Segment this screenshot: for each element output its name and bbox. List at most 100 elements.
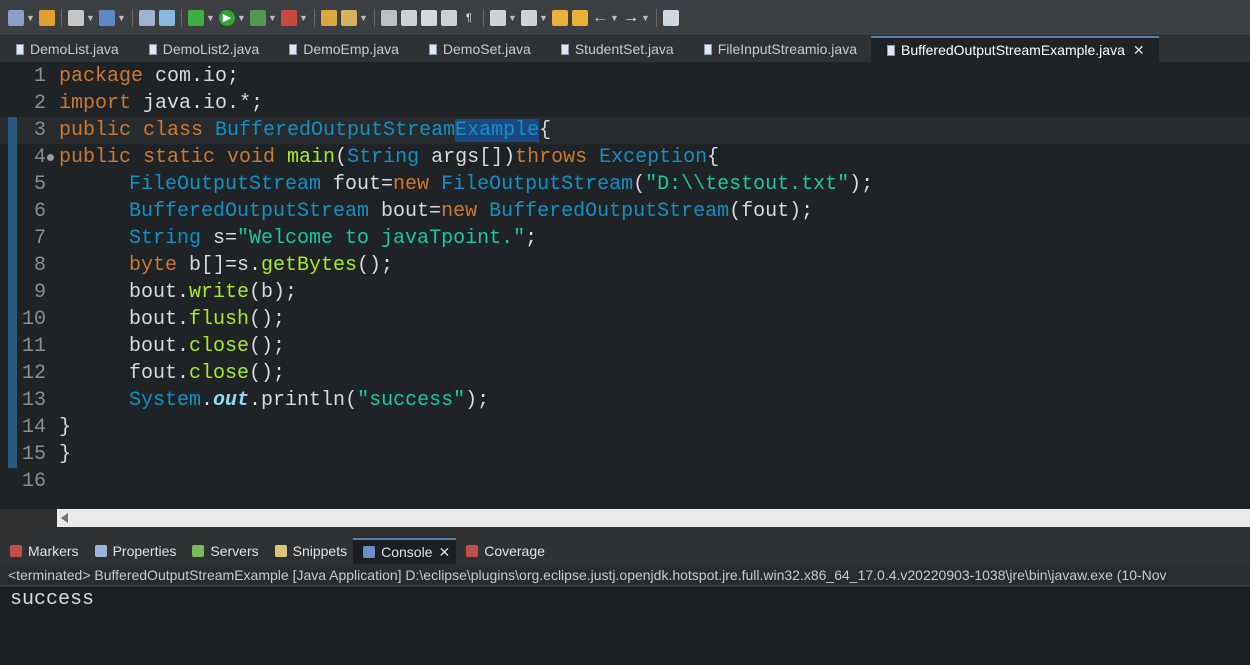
run-icon[interactable]: ▶ [219,9,235,26]
toggle-mark-icon[interactable] [381,9,397,26]
tab-bufferedoutputstreamexample[interactable]: BufferedOutputStreamExample.java ✕ [871,36,1159,62]
code-token: com.io; [143,65,240,88]
stop-icon[interactable] [281,9,297,26]
properties-icon[interactable] [441,9,457,26]
code-token: ; [525,227,538,250]
java-file-icon [289,43,298,55]
code-line-2[interactable]: 2 import java.io.*; [0,90,1250,117]
code-token: "success" [357,389,466,412]
code-token: } [59,416,72,439]
code-line-13[interactable]: 13 System.out.println("success"); [0,387,1250,414]
run-config-icon[interactable] [250,9,266,26]
chevron-down-icon[interactable]: ▼ [299,13,308,23]
code-token: fout= [321,173,394,196]
build-icon[interactable] [99,9,115,26]
code-line-12[interactable]: 12 fout.close(); [0,360,1250,387]
external-tools-icon[interactable] [139,9,155,26]
back-icon[interactable]: ← [592,9,608,26]
console-output-area[interactable]: success [0,587,1250,665]
tab-demoset[interactable]: DemoSet.java [413,36,545,62]
code-line-8[interactable]: 8 byte b[]=s.getBytes(); [0,252,1250,279]
tab-demolist2[interactable]: DemoList2.java [133,36,274,62]
annotation-icon[interactable] [490,9,506,26]
close-icon[interactable]: ✕ [1133,42,1145,59]
line-number: 14 [21,416,46,439]
scroll-left-icon[interactable] [61,513,68,523]
tab-demoemp[interactable]: DemoEmp.java [273,36,413,62]
properties-icon [94,545,107,557]
show-whitespace-icon[interactable]: ¶ [461,10,477,26]
code-token: { [707,146,720,169]
editor-horizontal-scrollbar[interactable] [57,509,1250,527]
java-file-icon [16,43,24,55]
code-line-9[interactable]: 9 bout.write(b); [0,279,1250,306]
tab-snippets[interactable]: Snippets [265,538,353,564]
chevron-down-icon[interactable]: ▼ [206,13,215,23]
tab-demolist[interactable]: DemoList.java [0,36,133,62]
toolbar-separator [314,8,315,27]
save-icon[interactable] [39,9,55,26]
tab-label: StudentSet.java [574,41,674,57]
fold-icon[interactable] [47,154,54,161]
tab-studentset[interactable]: StudentSet.java [545,36,688,62]
open-type-icon[interactable] [321,9,337,26]
coverage-icon [466,545,479,557]
code-line-14[interactable]: 14} [0,414,1250,441]
chevron-down-icon[interactable]: ▼ [86,13,95,23]
code-token: Exception [587,146,708,169]
forward-icon[interactable]: → [623,9,639,26]
code-line-7[interactable]: 7 String s="Welcome to javaTpoint."; [0,225,1250,252]
coverage-run-icon[interactable] [188,9,204,26]
code-line-3[interactable]: 3 public class BufferedOutputStreamExampl… [0,117,1250,144]
block-select-icon[interactable] [401,9,417,26]
chevron-down-icon[interactable]: ▼ [237,13,246,23]
chevron-down-icon[interactable]: ▼ [117,13,126,23]
line-number: 16 [21,470,46,493]
code-token: s= [201,227,238,250]
debug-icon[interactable] [159,9,175,26]
new-file-icon[interactable] [8,9,24,26]
line-number: 15 [21,443,46,466]
tab-console[interactable]: Console ✕ [353,538,457,564]
code-token: public static void [59,146,276,169]
chevron-down-icon[interactable]: ▼ [26,13,35,23]
toolbar-separator [656,8,657,27]
tab-coverage[interactable]: Coverage [456,538,551,564]
code-line-5[interactable]: 5 FileOutputStream fout=new FileOutputStr… [0,171,1250,198]
code-line-11[interactable]: 11 bout.close(); [0,333,1250,360]
markers-icon [10,545,22,557]
line-number: 12 [21,362,46,385]
next-annotation-icon[interactable] [521,9,537,26]
chevron-down-icon[interactable]: ▼ [610,13,619,23]
line-number: 9 [33,281,46,304]
tab-servers[interactable]: Servers [182,538,264,564]
code-token: flush [189,308,250,331]
chevron-down-icon[interactable]: ▼ [359,13,368,23]
prev-edit-icon[interactable] [552,9,568,26]
pin-editor-icon[interactable] [663,9,679,26]
code-line-6[interactable]: 6 BufferedOutputStream bout=new BufferedO… [0,198,1250,225]
code-line-4[interactable]: 4 public static void main(String args[])t… [0,144,1250,171]
tab-fileinputstreamio[interactable]: FileInputStreamio.java [688,36,871,62]
chevron-down-icon[interactable]: ▼ [641,13,650,23]
tab-markers[interactable]: Markers [0,538,85,564]
toolbar-separator [181,8,182,27]
chevron-down-icon[interactable]: ▼ [539,13,548,23]
chevron-down-icon[interactable]: ▼ [268,13,277,23]
word-wrap-icon[interactable] [421,9,437,26]
code-editor[interactable]: 1 package com.io; 2 import java.io.*; 3 pub… [0,62,1250,509]
code-line-16[interactable]: 16 [0,468,1250,495]
close-icon[interactable]: ✕ [438,544,450,561]
java-file-icon [148,43,157,55]
line-number: 7 [33,227,46,250]
search-icon[interactable] [341,9,357,26]
code-line-10[interactable]: 10 bout.flush(); [0,306,1250,333]
print-icon[interactable] [68,9,84,26]
next-edit-icon[interactable] [572,9,588,26]
chevron-down-icon[interactable]: ▼ [508,13,517,23]
code-line-1[interactable]: 1 package com.io; [0,63,1250,90]
code-line-15[interactable]: 15} [0,441,1250,468]
code-token: public class [59,119,204,142]
tab-properties[interactable]: Properties [85,538,183,564]
tab-label: BufferedOutputStreamExample.java [901,42,1125,58]
